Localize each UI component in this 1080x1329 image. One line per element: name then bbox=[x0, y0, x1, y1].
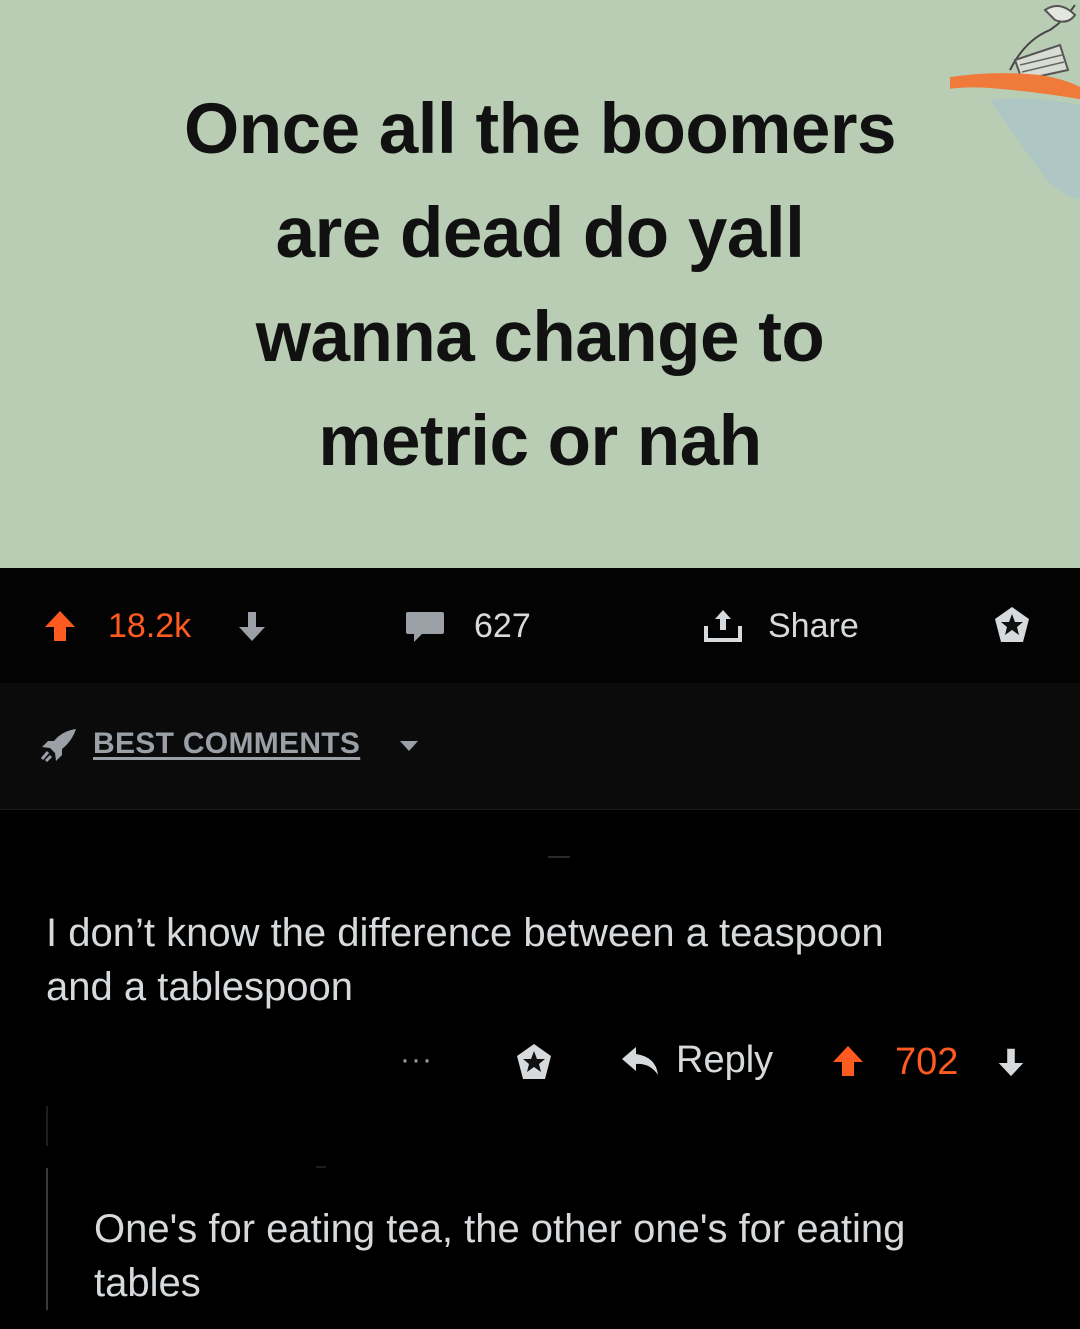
title-line-1: Once all the boomers bbox=[183, 90, 897, 169]
award-star-icon[interactable] bbox=[512, 1041, 556, 1085]
comment-vote-count: 702 bbox=[895, 1041, 959, 1083]
share-label: Share bbox=[768, 606, 859, 645]
reply-arrow-icon bbox=[622, 1046, 658, 1075]
speech-bubble-icon bbox=[406, 612, 444, 642]
title-line-2: are dead do yall bbox=[275, 194, 805, 273]
arrow-up-icon bbox=[45, 611, 75, 641]
post-vote-count: 18.2k bbox=[108, 606, 192, 645]
corner-sketch-illustration bbox=[950, 4, 1080, 200]
title-line-4: metric or nah bbox=[318, 402, 762, 481]
share-button[interactable]: Share bbox=[700, 606, 859, 645]
arrow-up-icon[interactable] bbox=[830, 1043, 866, 1079]
more-dots-icon[interactable]: ··· bbox=[400, 1043, 433, 1077]
comment-count: 627 bbox=[474, 606, 531, 645]
reply-thread-line[interactable] bbox=[46, 1168, 48, 1310]
comments-button[interactable] bbox=[404, 608, 446, 644]
arrow-down-icon bbox=[239, 612, 265, 641]
chevron-down-icon[interactable] bbox=[398, 739, 420, 753]
comment-body: I don’t know the difference between a te… bbox=[46, 911, 884, 1009]
comment-action-bar: ··· Reply 702 bbox=[0, 1035, 1080, 1090]
thread-line-stub bbox=[46, 1106, 48, 1146]
faint-divider bbox=[316, 1166, 326, 1168]
upvote-button[interactable] bbox=[42, 608, 78, 644]
title-line-3: wanna change to bbox=[255, 298, 825, 377]
post-action-bar: 18.2k 627 Share bbox=[0, 568, 1080, 683]
arrow-down-icon[interactable] bbox=[994, 1045, 1028, 1079]
downvote-button[interactable] bbox=[234, 608, 270, 644]
reply-button[interactable]: Reply bbox=[620, 1039, 773, 1082]
reply-label: Reply bbox=[676, 1039, 774, 1081]
comment-sort-bar[interactable]: BEST COMMENTS bbox=[0, 683, 1080, 810]
post-image[interactable]: Once all the boomers are dead do yall wa… bbox=[0, 0, 1080, 568]
rocket-icon bbox=[40, 729, 76, 763]
reply-comment-body: One's for eating tea, the other one's fo… bbox=[94, 1207, 906, 1305]
award-star-icon bbox=[995, 607, 1029, 642]
sort-label[interactable]: BEST COMMENTS bbox=[93, 727, 360, 761]
reddit-post-page: Once all the boomers are dead do yall wa… bbox=[0, 0, 1080, 1329]
award-button[interactable] bbox=[990, 607, 1034, 644]
faint-divider bbox=[548, 856, 570, 858]
post-title: Once all the boomers are dead do yall wa… bbox=[60, 78, 1020, 494]
share-upload-icon bbox=[704, 610, 742, 642]
